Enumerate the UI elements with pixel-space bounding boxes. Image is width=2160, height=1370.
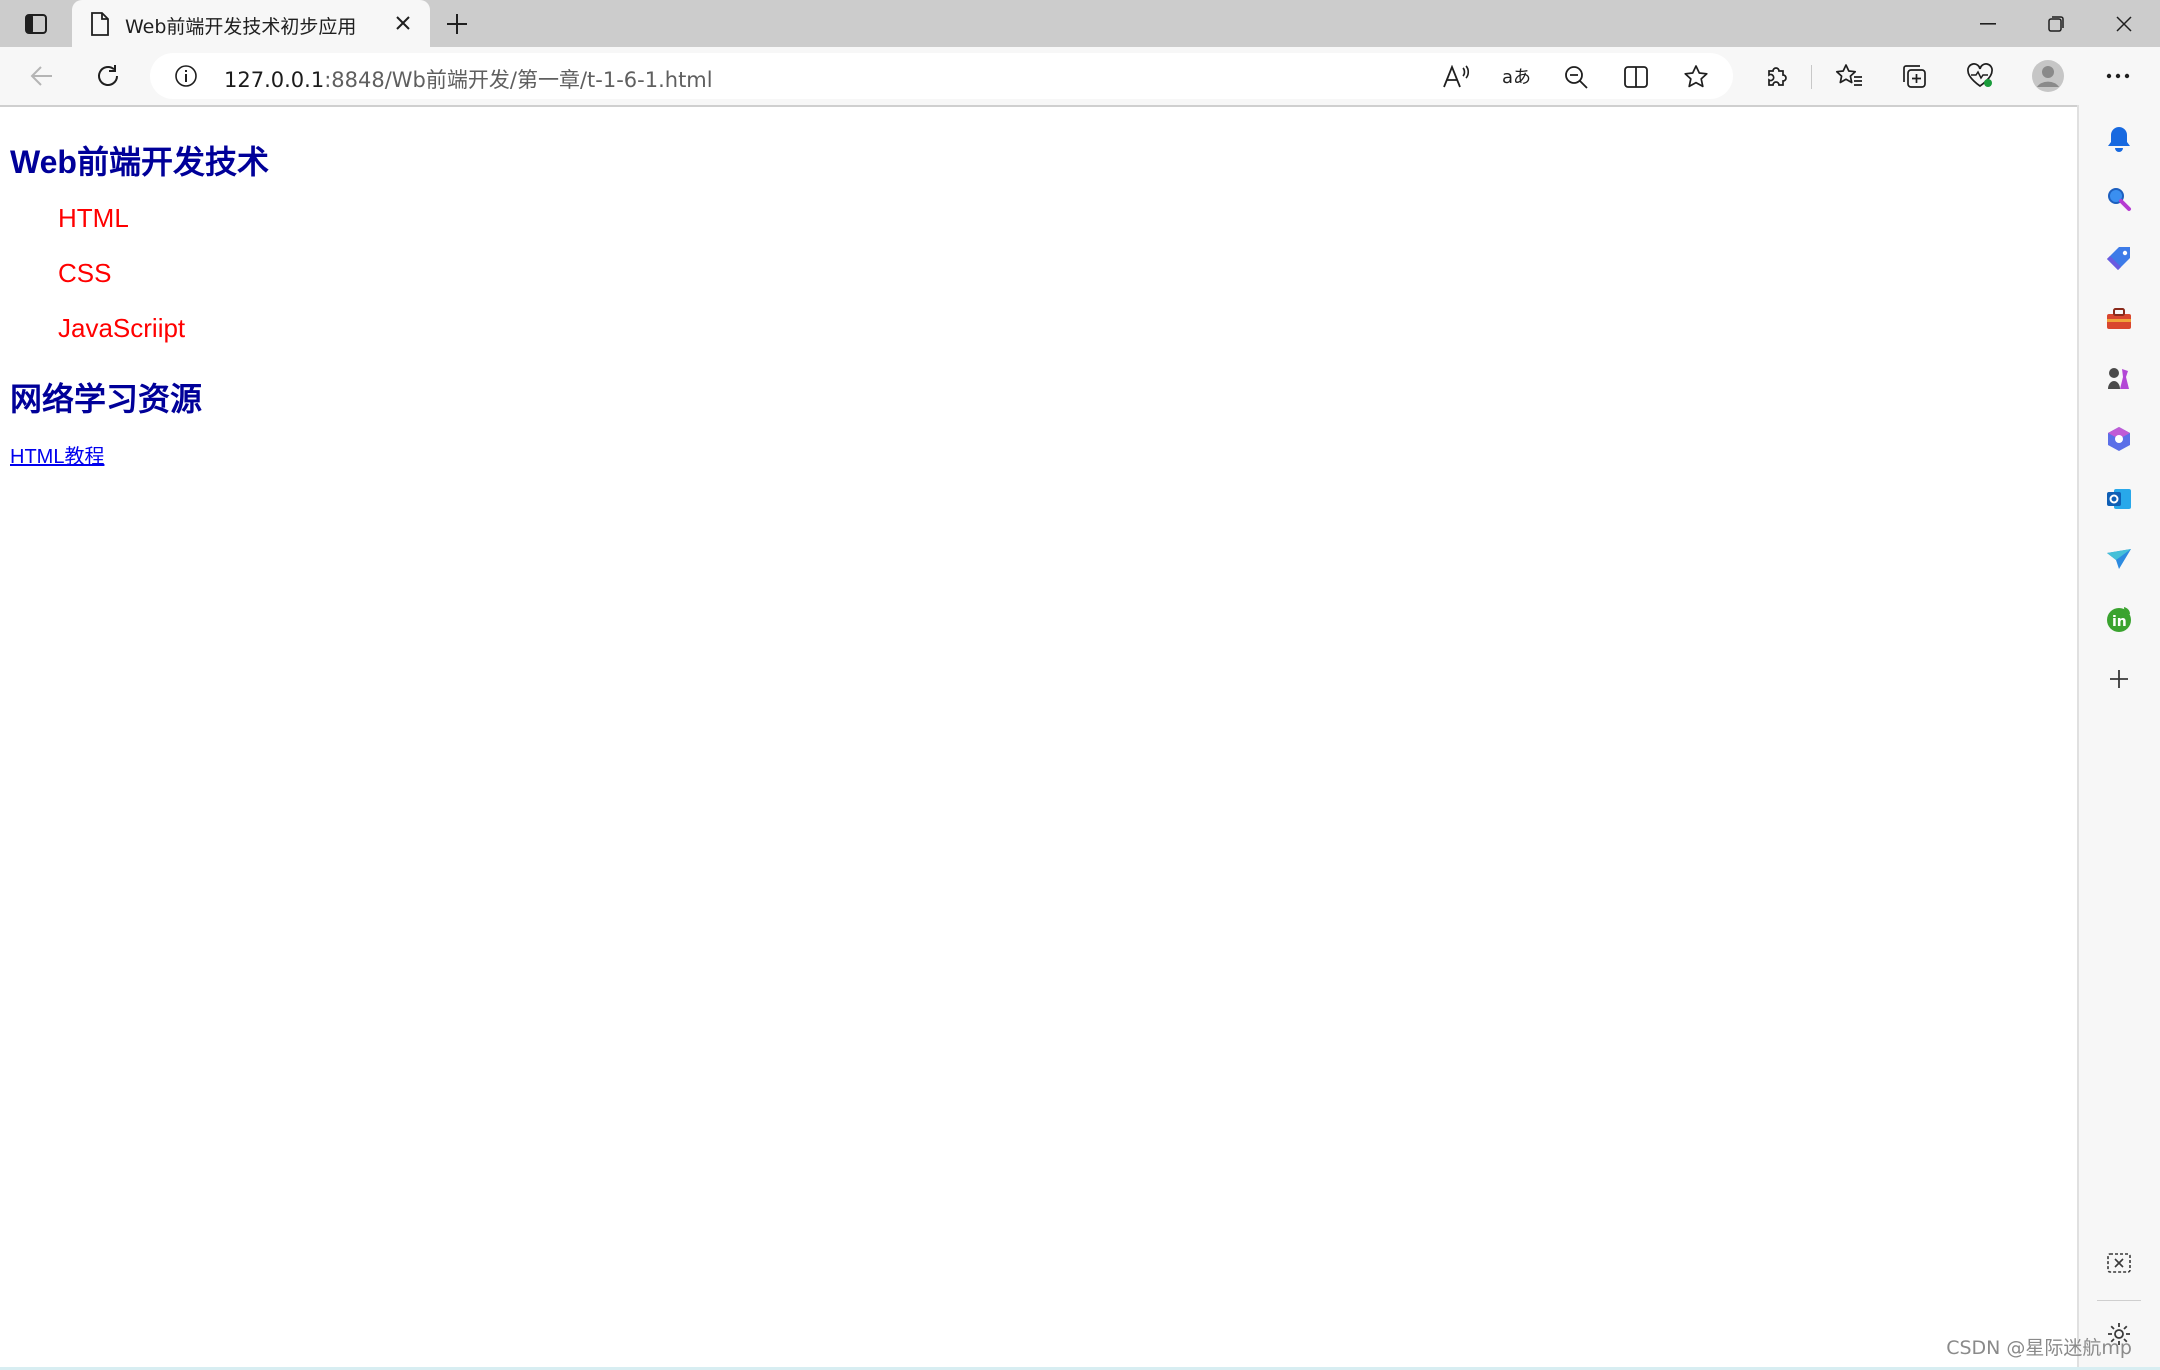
url-path: :8848/Wb前端开发/第一章/t-1-6-1.html [324, 68, 713, 92]
list-item: JavaScriipt [58, 313, 186, 343]
svg-text:aあ: aあ [1502, 67, 1531, 88]
heading-learning-resources: 网络学习资源 [10, 381, 203, 417]
read-aloud-button[interactable] [1436, 61, 1476, 93]
sidebar-microsoft365-button[interactable] [2097, 417, 2141, 461]
close-icon [2116, 15, 2132, 32]
tab-actions-button[interactable] [16, 8, 56, 40]
more-button[interactable] [2098, 57, 2138, 95]
url-text[interactable]: 127.0.0.1:8848/Wb前端开发/第一章/t-1-6-1.html [224, 64, 713, 94]
refresh-button[interactable] [88, 57, 128, 95]
tab-strip: Web前端开发技术初步应用 [0, 0, 2160, 47]
close-icon [396, 16, 410, 30]
refresh-icon [98, 65, 118, 86]
minimize-button[interactable] [1954, 0, 2022, 47]
toolbar-separator [1811, 65, 1812, 89]
profile-icon [2032, 60, 2064, 92]
close-tab-button[interactable] [390, 10, 416, 36]
favorites-button[interactable] [1829, 57, 1869, 95]
translate-icon: aあ [1502, 67, 1531, 88]
address-bar[interactable]: 127.0.0.1:8848/Wb前端开发/第一章/t-1-6-1.html a… [150, 53, 1733, 99]
outlook-icon [2107, 489, 2131, 509]
shopping-tag-icon [2107, 247, 2130, 270]
read-aloud-icon [1443, 65, 1470, 88]
sidebar-search-button[interactable] [2097, 177, 2141, 221]
linkedin-icon: in [2107, 607, 2131, 632]
microsoft365-icon [2108, 427, 2130, 451]
translate-button[interactable]: aあ [1496, 61, 1536, 93]
list-item: CSS [58, 258, 112, 288]
sidebar-linkedin-button[interactable]: in [2097, 597, 2141, 641]
heart-pulse-icon [1967, 63, 1993, 88]
info-icon[interactable] [174, 64, 198, 88]
back-button[interactable] [22, 57, 62, 95]
profile-button[interactable] [2028, 57, 2068, 95]
sidebar-add-button[interactable] [2097, 657, 2141, 701]
page-content: Web前端开发技术 HTML CSS JavaScriipt 网络学习资源 HT… [0, 107, 2077, 1370]
heading-web-frontend: Web前端开发技术 [10, 144, 269, 180]
list-item: HTML [58, 203, 129, 233]
zoom-out-icon [1565, 66, 1588, 89]
page-icon [91, 12, 109, 36]
active-tab[interactable]: Web前端开发技术初步应用 [72, 0, 430, 47]
watermark: CSDN @星际迷航mp [1946, 1337, 2132, 1359]
toolbar: 127.0.0.1:8848/Wb前端开发/第一章/t-1-6-1.html a… [0, 47, 2160, 105]
split-screen-icon [1624, 66, 1648, 88]
favorites-icon [1835, 64, 1862, 86]
add-icon [2110, 670, 2128, 688]
extensions-icon [1768, 67, 1787, 86]
minimize-icon [1980, 22, 1996, 25]
screenshot-icon [2107, 1253, 2131, 1273]
tab-title: Web前端开发技术初步应用 [125, 16, 357, 38]
add-favorite-button[interactable] [1676, 61, 1716, 93]
sidebar-drop-button[interactable] [2097, 537, 2141, 581]
sidebar-games-button[interactable] [2097, 357, 2141, 401]
extensions-button[interactable] [1757, 57, 1797, 95]
drop-icon [2107, 549, 2131, 569]
window-close-button[interactable] [2090, 0, 2158, 47]
sidebar-tools-button[interactable] [2097, 297, 2141, 341]
sidebar-notifications-button[interactable] [2097, 117, 2141, 161]
tools-icon [2107, 308, 2131, 329]
new-tab-button[interactable] [440, 8, 474, 40]
tab-actions-icon [25, 14, 47, 34]
html-tutorial-link[interactable]: HTML教程 [10, 440, 104, 469]
svg-text:in: in [2112, 614, 2127, 630]
zoom-out-button[interactable] [1556, 61, 1596, 93]
plus-icon [447, 14, 467, 34]
split-screen-button[interactable] [1616, 61, 1656, 93]
sidebar-outlook-button[interactable] [2097, 477, 2141, 521]
back-arrow-icon [30, 66, 52, 86]
restore-button[interactable] [2022, 0, 2090, 47]
sidebar-shopping-button[interactable] [2097, 237, 2141, 281]
games-icon [2108, 368, 2129, 389]
sidebar-separator [2097, 1300, 2141, 1301]
sidebar-screenshot-button[interactable] [2097, 1242, 2141, 1286]
collections-button[interactable] [1894, 57, 1934, 95]
restore-icon [2048, 15, 2064, 32]
star-icon [1684, 65, 1708, 88]
url-host: 127.0.0.1 [224, 68, 325, 92]
more-icon [2106, 73, 2130, 79]
bell-icon [2108, 127, 2130, 152]
search-icon [2108, 188, 2131, 211]
collections-icon [1903, 65, 1926, 88]
performance-button[interactable] [1960, 57, 2000, 95]
sidebar: in [2077, 105, 2160, 1370]
